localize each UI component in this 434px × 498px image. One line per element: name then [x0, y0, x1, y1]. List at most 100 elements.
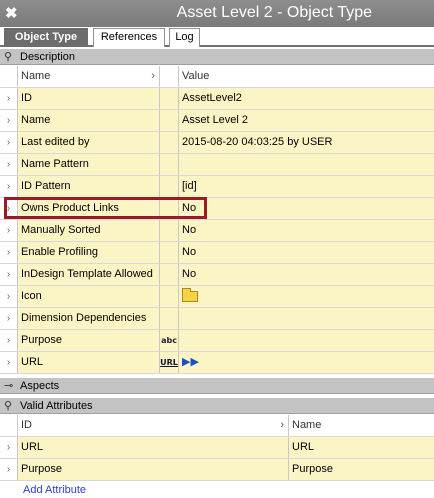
row-value[interactable]: No	[179, 198, 434, 219]
column-header-value[interactable]: Value	[179, 66, 434, 87]
table-row[interactable]: › Name Pattern	[0, 154, 434, 176]
expand-arrow-icon[interactable]: ›	[0, 437, 18, 458]
row-value[interactable]: No	[179, 242, 434, 263]
row-value[interactable]: ▶▶	[179, 352, 434, 373]
valid-attributes-section-header[interactable]: ⚲ Valid Attributes	[0, 398, 434, 414]
expand-arrow-icon[interactable]: ›	[0, 176, 18, 197]
table-row[interactable]: › Purpose Purpose	[0, 459, 434, 481]
row-mid	[160, 242, 179, 263]
section-title: Valid Attributes	[20, 400, 93, 412]
expand-arrow-icon[interactable]: ›	[0, 286, 18, 307]
row-name: InDesign Template Allowed	[18, 264, 160, 285]
row-value[interactable]: 2015-08-20 04:03:25 by USER	[179, 132, 434, 153]
row-value[interactable]: AssetLevel2	[179, 88, 434, 109]
row-name: URL	[18, 352, 160, 373]
expand-arrow-icon[interactable]: ›	[0, 132, 18, 153]
row-value[interactable]	[179, 330, 434, 351]
table-row[interactable]: › Manually Sorted No	[0, 220, 434, 242]
row-value[interactable]	[179, 308, 434, 329]
table-row[interactable]: › Purpose abc	[0, 330, 434, 352]
table-row[interactable]: › InDesign Template Allowed No	[0, 264, 434, 286]
expand-arrow-icon[interactable]: ›	[0, 459, 18, 480]
table-row[interactable]: › URL URL	[0, 437, 434, 459]
row-name: Name	[18, 110, 160, 131]
column-header-mid	[160, 66, 179, 87]
row-selector	[0, 415, 18, 436]
pin-icon[interactable]: ⚲	[4, 49, 12, 65]
window-titlebar: ✖ Asset Level 2 - Object Type	[0, 0, 434, 27]
column-header-id[interactable]: ID ›	[18, 415, 289, 436]
abc-text-icon: abc	[161, 336, 177, 345]
row-name: Last edited by	[18, 132, 160, 153]
tab-bar: Object Type References Log	[0, 27, 434, 47]
close-icon[interactable]: ✖	[5, 4, 18, 22]
tab-object-type[interactable]: Object Type	[4, 28, 88, 47]
expand-arrow-icon[interactable]: ›	[0, 198, 18, 219]
description-column-header: Name › Value	[0, 66, 434, 88]
expand-arrow-icon[interactable]: ›	[0, 154, 18, 175]
tab-log[interactable]: Log	[169, 28, 200, 47]
expand-arrow-icon[interactable]: ›	[0, 88, 18, 109]
pin-collapsed-icon[interactable]: ⊸	[4, 378, 13, 394]
table-row[interactable]: › ID Pattern [id]	[0, 176, 434, 198]
row-mid	[160, 154, 179, 175]
column-header-name[interactable]: Name ›	[18, 66, 160, 87]
row-id: Purpose	[18, 459, 289, 480]
row-value[interactable]: [id]	[179, 176, 434, 197]
section-title: Aspects	[20, 380, 60, 392]
tab-references[interactable]: References	[93, 28, 165, 47]
table-row[interactable]: › Name Asset Level 2	[0, 110, 434, 132]
row-value[interactable]: No	[179, 220, 434, 241]
row-name: Name Pattern	[18, 154, 160, 175]
table-row[interactable]: › URL URL ▶▶	[0, 352, 434, 374]
row-mid	[160, 198, 179, 219]
folder-icon[interactable]	[182, 288, 198, 302]
row-id: URL	[18, 437, 289, 458]
expand-arrow-icon[interactable]: ›	[0, 110, 18, 131]
row-mid: abc	[160, 330, 179, 351]
row-mid	[160, 132, 179, 153]
row-value[interactable]: Asset Level 2	[179, 110, 434, 131]
column-header-name[interactable]: Name	[289, 415, 434, 436]
row-mid	[160, 110, 179, 131]
row-value[interactable]: No	[179, 264, 434, 285]
row-name: Owns Product Links	[18, 198, 160, 219]
table-row[interactable]: › Enable Profiling No	[0, 242, 434, 264]
row-mid: URL	[160, 352, 179, 373]
row-name: ID	[18, 88, 160, 109]
pin-icon[interactable]: ⚲	[4, 398, 12, 414]
expand-arrow-icon[interactable]: ›	[0, 242, 18, 263]
row-mid	[160, 220, 179, 241]
row-name: Icon	[18, 286, 160, 307]
table-row[interactable]: › Dimension Dependencies	[0, 308, 434, 330]
row-selector	[0, 66, 18, 87]
expand-arrow-icon[interactable]: ›	[0, 330, 18, 351]
row-name: Dimension Dependencies	[18, 308, 160, 329]
aspects-section-header[interactable]: ⊸ Aspects	[0, 378, 434, 394]
expand-arrow-icon[interactable]: ›	[0, 264, 18, 285]
valid-attributes-column-header: ID › Name	[0, 415, 434, 437]
row-name: Purpose	[289, 459, 434, 480]
table-row[interactable]: › ID AssetLevel2	[0, 88, 434, 110]
row-mid	[160, 88, 179, 109]
expand-arrow-icon[interactable]: ›	[0, 352, 18, 373]
window-title: Asset Level 2 - Object Type	[176, 4, 372, 21]
table-row[interactable]: › Last edited by 2015-08-20 04:03:25 by …	[0, 132, 434, 154]
row-name: Purpose	[18, 330, 160, 351]
add-attribute-link[interactable]: Add Attribute	[23, 484, 86, 496]
section-title: Description	[20, 51, 76, 63]
expand-arrow-icon[interactable]: ›	[0, 220, 18, 241]
url-type-icon: URL	[160, 358, 178, 367]
chevron-right-icon[interactable]: ›	[280, 415, 284, 436]
row-value[interactable]	[179, 286, 434, 307]
description-section-header[interactable]: ⚲ Description	[0, 49, 434, 65]
expand-arrow-icon[interactable]: ›	[0, 308, 18, 329]
row-value[interactable]	[179, 154, 434, 175]
table-row[interactable]: › Owns Product Links No	[0, 198, 434, 220]
chevron-right-icon[interactable]: ›	[151, 66, 155, 87]
row-mid	[160, 264, 179, 285]
row-mid	[160, 286, 179, 307]
table-row[interactable]: › Icon	[0, 286, 434, 308]
row-name: Manually Sorted	[18, 220, 160, 241]
go-to-url-icon[interactable]: ▶▶	[182, 356, 199, 368]
